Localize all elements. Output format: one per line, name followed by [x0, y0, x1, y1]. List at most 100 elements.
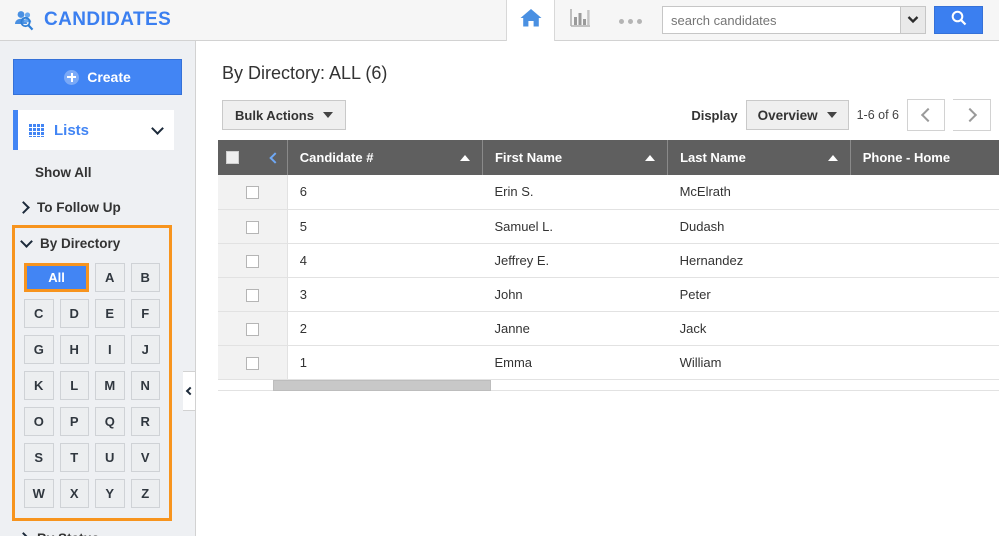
list-toolbar: Bulk Actions Display Overview 1-6 of 6 — [196, 84, 999, 132]
alpha-filter-i[interactable]: I — [95, 335, 125, 364]
table-row[interactable]: 2 Janne Jack — [218, 311, 999, 346]
column-header-candidate-number[interactable]: Candidate # — [287, 140, 483, 175]
alpha-filter-x[interactable]: X — [59, 479, 89, 508]
sidebar-item-lists[interactable]: Lists — [13, 110, 174, 150]
table-row[interactable]: 1 Emma William — [218, 345, 999, 380]
row-checkbox-cell — [218, 209, 288, 244]
search-button[interactable] — [934, 6, 983, 34]
next-page-button[interactable] — [953, 99, 991, 131]
chevron-left-icon — [920, 107, 935, 123]
cell-candidate-number: 1 — [287, 345, 483, 380]
alpha-filter-a[interactable]: A — [95, 263, 125, 292]
cell-first-name: Janne — [482, 311, 668, 346]
table-row[interactable]: 4 Jeffrey E. Hernandez — [218, 243, 999, 278]
brand: CANDIDATES — [0, 0, 506, 41]
column-header-first-name[interactable]: First Name — [482, 140, 669, 175]
column-header-last-name[interactable]: Last Name — [667, 140, 851, 175]
select-all-header — [218, 140, 288, 175]
display-mode-dropdown[interactable]: Overview — [745, 100, 849, 130]
alpha-filter-n[interactable]: N — [130, 371, 160, 400]
alpha-filter-k[interactable]: K — [24, 371, 54, 400]
alpha-filter-e[interactable]: E — [95, 299, 125, 328]
alpha-filter-p[interactable]: P — [59, 407, 89, 436]
cell-first-name: John — [482, 277, 668, 312]
row-checkbox-cell — [218, 277, 288, 312]
create-button-label: Create — [87, 69, 131, 85]
sort-ascending-icon — [459, 154, 470, 161]
alpha-filter-b[interactable]: B — [130, 263, 160, 292]
people-search-icon — [12, 9, 36, 31]
cell-phone-home — [850, 277, 999, 312]
table-row[interactable]: 5 Samuel L. Dudash — [218, 209, 999, 244]
bulk-actions-button[interactable]: Bulk Actions — [222, 100, 346, 130]
sidebar-collapse-handle[interactable] — [183, 371, 196, 411]
sidebar: Create Lists Show All To Follow Up By Di… — [0, 41, 196, 536]
sidebar-item-to-follow-up-label: To Follow Up — [37, 200, 121, 215]
alpha-filter-r[interactable]: R — [130, 407, 160, 436]
search-area — [662, 6, 983, 34]
cell-phone-home — [850, 209, 999, 244]
alpha-filter-u[interactable]: U — [95, 443, 125, 472]
alpha-filter-t[interactable]: T — [59, 443, 89, 472]
row-checkbox[interactable] — [245, 186, 259, 200]
sidebar-item-by-directory[interactable]: By Directory — [15, 230, 169, 257]
cell-first-name: Erin S. — [482, 175, 668, 210]
cell-candidate-number: 3 — [287, 277, 483, 312]
alpha-filter-j[interactable]: J — [130, 335, 160, 364]
display-controls: Display Overview 1-6 of 6 — [691, 99, 999, 131]
chevron-left-icon — [185, 386, 195, 396]
row-checkbox-cell — [218, 345, 288, 380]
previous-page-button[interactable] — [907, 99, 945, 131]
more-menu-button[interactable] — [604, 0, 656, 41]
candidates-table-wrap: Candidate # First Name Last Name Phone -… — [218, 140, 999, 391]
cell-last-name: William — [667, 345, 851, 380]
alpha-filter-h[interactable]: H — [59, 335, 89, 364]
scrollbar-thumb[interactable] — [273, 379, 491, 391]
alpha-filter-y[interactable]: Y — [95, 479, 125, 508]
alpha-filter-v[interactable]: V — [130, 443, 160, 472]
home-button[interactable] — [506, 0, 555, 41]
alpha-filter-f[interactable]: F — [130, 299, 160, 328]
cell-first-name: Jeffrey E. — [482, 243, 668, 278]
display-label: Display — [691, 107, 738, 123]
sidebar-item-to-follow-up[interactable]: To Follow Up — [0, 192, 195, 223]
sidebar-item-by-status[interactable]: By Status — [0, 521, 195, 536]
row-checkbox[interactable] — [245, 254, 259, 268]
alpha-filter-m[interactable]: M — [95, 371, 125, 400]
table-row[interactable]: 6 Erin S. McElrath — [218, 175, 999, 210]
column-header-phone-home[interactable]: Phone - Home — [850, 140, 999, 175]
more-dots-icon — [617, 11, 644, 29]
alpha-filter-l[interactable]: L — [59, 371, 89, 400]
chevron-right-icon — [17, 532, 30, 536]
select-all-checkbox[interactable] — [226, 151, 239, 164]
cell-phone-home — [850, 175, 999, 210]
alpha-filter-all[interactable]: All — [24, 263, 89, 292]
alpha-filter-w[interactable]: W — [24, 479, 54, 508]
chevron-left-icon[interactable] — [269, 151, 281, 164]
candidates-table-body: 6 Erin S. McElrath 5 Samuel L. Dudash 4 … — [218, 175, 999, 380]
reports-button[interactable] — [555, 0, 604, 41]
table-row[interactable]: 3 John Peter — [218, 277, 999, 312]
chevron-right-icon — [17, 201, 30, 214]
chevron-down-icon — [20, 235, 33, 248]
create-button[interactable]: Create — [13, 59, 182, 95]
display-mode-value: Overview — [757, 107, 818, 123]
search-input[interactable] — [662, 6, 900, 34]
alpha-filter-o[interactable]: O — [24, 407, 54, 436]
cell-candidate-number: 5 — [287, 209, 483, 244]
row-checkbox[interactable] — [245, 220, 259, 234]
row-checkbox[interactable] — [245, 288, 259, 302]
alpha-filter-c[interactable]: C — [24, 299, 54, 328]
alpha-filter-d[interactable]: D — [59, 299, 89, 328]
column-label: First Name — [494, 150, 563, 165]
table-horizontal-scrollbar[interactable] — [218, 379, 999, 391]
alpha-filter-s[interactable]: S — [24, 443, 54, 472]
alpha-filter-q[interactable]: Q — [95, 407, 125, 436]
row-checkbox[interactable] — [245, 322, 259, 336]
alpha-filter-z[interactable]: Z — [130, 479, 160, 508]
sidebar-item-show-all[interactable]: Show All — [0, 150, 195, 192]
alpha-filter-g[interactable]: G — [24, 335, 54, 364]
caret-down-icon — [826, 112, 837, 118]
row-checkbox[interactable] — [245, 356, 259, 370]
search-scope-dropdown[interactable] — [900, 6, 926, 34]
